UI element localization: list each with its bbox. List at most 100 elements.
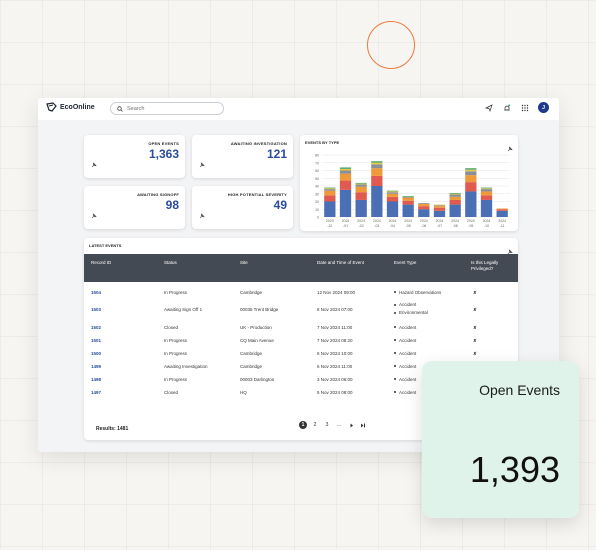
kpi-card-awaiting-signoff[interactable]: AWAITING SIGNOFF 98 xyxy=(84,186,185,229)
column-header[interactable]: Status xyxy=(164,260,177,266)
bar-segment[interactable] xyxy=(418,203,430,204)
pin-icon[interactable] xyxy=(91,206,97,224)
bar-segment[interactable] xyxy=(465,168,477,170)
bar-segment[interactable] xyxy=(371,186,383,217)
bar-segment[interactable] xyxy=(465,191,477,217)
bar-segment[interactable] xyxy=(371,164,383,169)
bar-segment[interactable] xyxy=(324,189,336,191)
bar-segment[interactable] xyxy=(449,193,461,195)
bar-segment[interactable] xyxy=(355,192,367,200)
bar-segment[interactable] xyxy=(480,187,493,189)
table-row[interactable]: 1504 In Progress Cambridge 12 Nov 2024 09:0… xyxy=(84,286,518,299)
record-id-link[interactable]: 1498 xyxy=(91,377,101,382)
bar-segment[interactable] xyxy=(480,189,493,192)
bar-segment[interactable] xyxy=(449,194,461,197)
bar-segment[interactable] xyxy=(496,209,508,211)
logo[interactable]: EcoOnline xyxy=(46,102,95,112)
bar-segment[interactable] xyxy=(324,195,336,202)
table-row[interactable]: 1500 In Progress Cambridge 6 Nov 2024 10:00… xyxy=(84,347,518,360)
bar-segment[interactable] xyxy=(386,193,399,197)
bar-segment[interactable] xyxy=(402,197,414,201)
bar-segment[interactable] xyxy=(371,162,383,165)
send-icon[interactable] xyxy=(484,103,494,113)
page-button[interactable]: 1 xyxy=(299,421,307,429)
column-header[interactable]: Is this Legally Privileged? xyxy=(471,260,517,272)
bar-segment[interactable] xyxy=(433,206,446,208)
bar-segment[interactable] xyxy=(465,169,477,172)
table-row[interactable]: 1503 Awaiting Sign Off 1 00035 Trent Bridg… xyxy=(84,299,518,321)
bar-segment[interactable] xyxy=(355,186,367,193)
record-id-link[interactable]: 1504 xyxy=(91,290,101,295)
bar-segment[interactable] xyxy=(371,161,383,163)
column-header[interactable]: Date and Time of Event xyxy=(317,260,364,266)
bar-segment[interactable] xyxy=(449,196,461,200)
page-button[interactable]: 3 xyxy=(323,421,331,429)
bar-segment[interactable] xyxy=(355,182,367,184)
record-id-link[interactable]: 1503 xyxy=(91,307,101,312)
bar-segment[interactable] xyxy=(324,187,336,189)
column-header[interactable]: Event Type xyxy=(394,260,416,266)
bar-segment[interactable] xyxy=(433,205,446,207)
bar-segment[interactable] xyxy=(386,191,399,193)
bar-segment[interactable] xyxy=(402,200,414,205)
bar-segment[interactable] xyxy=(371,175,383,186)
bar-segment[interactable] xyxy=(480,199,493,217)
record-id-link[interactable]: 1497 xyxy=(91,390,101,395)
last-page-icon[interactable] xyxy=(359,421,367,429)
record-id-link[interactable]: 1499 xyxy=(91,364,101,369)
bar-segment[interactable] xyxy=(449,192,461,194)
bar-segment[interactable] xyxy=(402,196,414,197)
kpi-card-open-events[interactable]: OPEN EVENTS 1,363 xyxy=(84,135,185,178)
bar-segment[interactable] xyxy=(402,204,414,217)
bar-segment[interactable] xyxy=(324,201,336,218)
bar-segment[interactable] xyxy=(433,204,446,206)
bar-segment[interactable] xyxy=(418,206,430,210)
bar-segment[interactable] xyxy=(386,196,399,202)
bar-segment[interactable] xyxy=(339,180,352,190)
bar-segment[interactable] xyxy=(480,191,493,196)
bar-segment[interactable] xyxy=(480,195,493,200)
bar-segment[interactable] xyxy=(402,196,414,198)
kpi-card-awaiting-investigation[interactable]: AWAITING INVESTIGATION 121 xyxy=(192,135,293,178)
search-input[interactable] xyxy=(127,105,207,112)
bar-segment[interactable] xyxy=(386,201,399,218)
search-box[interactable] xyxy=(110,102,224,115)
record-id-link[interactable]: 1501 xyxy=(91,338,101,343)
bar-segment[interactable] xyxy=(324,190,336,196)
table-row[interactable]: 1501 In Progress CQ Main Avenue 7 Nov 2024 … xyxy=(84,334,518,347)
table-row[interactable]: 1502 Closed UK - Production 7 Nov 2024 11:0… xyxy=(84,321,518,334)
bar-segment[interactable] xyxy=(418,209,430,217)
bar-segment[interactable] xyxy=(355,199,367,217)
bar-segment[interactable] xyxy=(355,183,367,185)
bar-segment[interactable] xyxy=(339,189,352,217)
bar-segment[interactable] xyxy=(465,171,477,176)
bar-segment[interactable] xyxy=(386,192,399,194)
bar-segment[interactable] xyxy=(496,208,508,210)
apps-grid-icon[interactable] xyxy=(520,103,530,113)
record-id-link[interactable]: 1502 xyxy=(91,325,101,330)
bar-segment[interactable] xyxy=(339,173,352,181)
bar-segment[interactable] xyxy=(449,199,461,205)
bar-segment[interactable] xyxy=(465,182,477,192)
bar-segment[interactable] xyxy=(449,204,461,217)
pin-icon[interactable] xyxy=(199,206,205,224)
bar-segment[interactable] xyxy=(433,210,446,217)
bar-segment[interactable] xyxy=(371,168,383,176)
avatar[interactable]: J xyxy=(538,102,549,113)
bar-segment[interactable] xyxy=(480,188,493,190)
record-id-link[interactable]: 1500 xyxy=(91,351,101,356)
next-page-icon[interactable] xyxy=(347,421,355,429)
bar-segment[interactable] xyxy=(386,190,399,192)
bar-segment[interactable] xyxy=(496,210,508,217)
bar-segment[interactable] xyxy=(355,184,367,187)
pin-icon[interactable] xyxy=(91,155,97,173)
page-button[interactable]: 2 xyxy=(311,421,319,429)
kpi-card-high-potential-severity[interactable]: HIGH POTENTIAL SEVERITY 49 xyxy=(192,186,293,229)
bar-segment[interactable] xyxy=(324,188,336,190)
bar-segment[interactable] xyxy=(339,167,352,169)
bar-segment[interactable] xyxy=(465,175,477,183)
bell-icon[interactable] xyxy=(502,103,512,113)
bar-segment[interactable] xyxy=(433,207,446,211)
bar-segment[interactable] xyxy=(418,203,430,207)
column-header[interactable]: Record ID xyxy=(91,260,111,266)
